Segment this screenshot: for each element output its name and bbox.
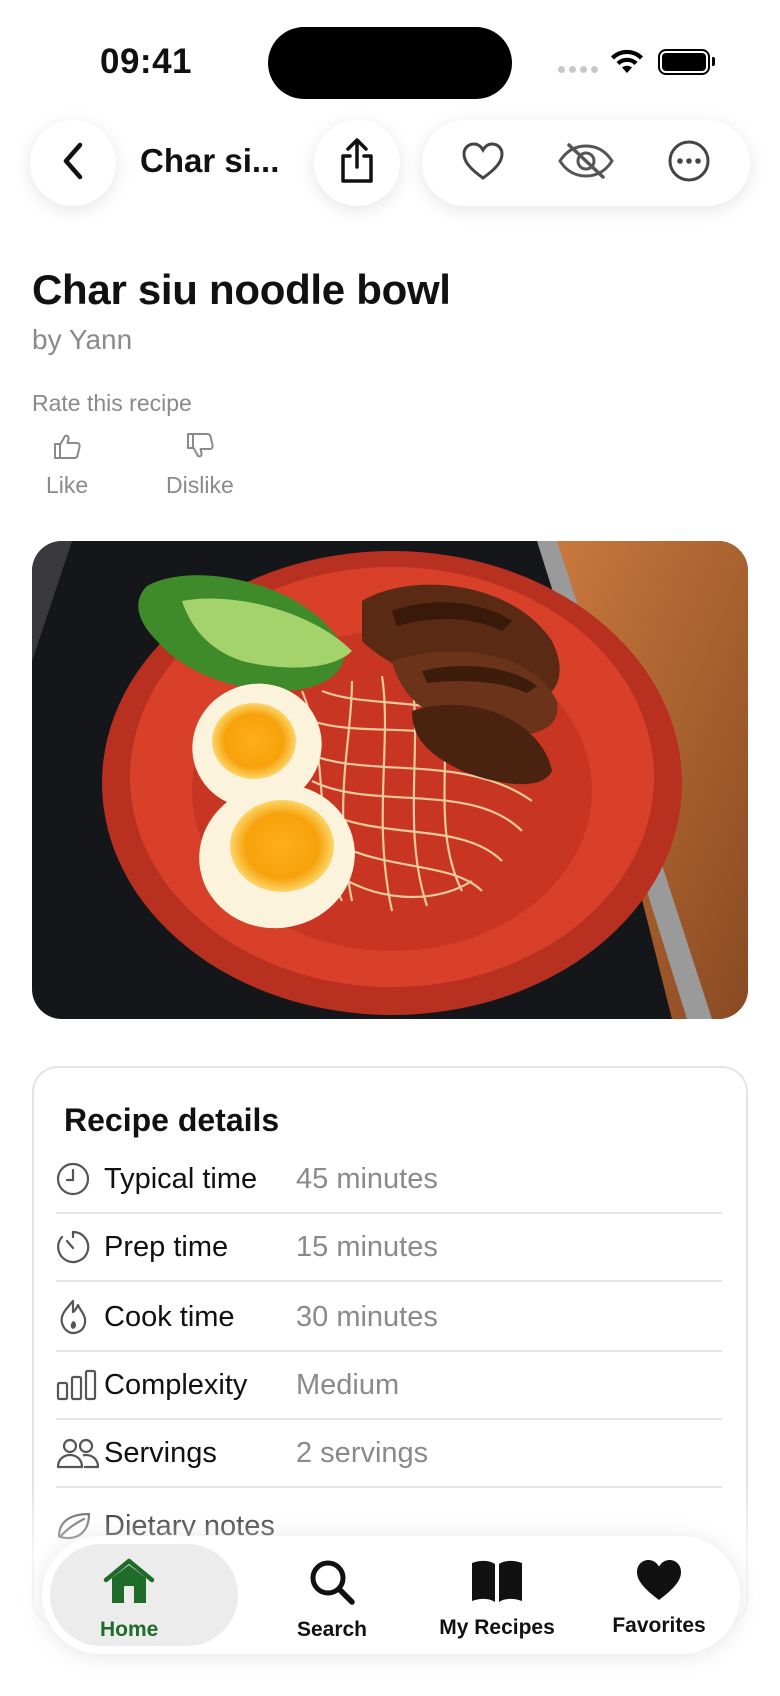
tab-search[interactable]: Search bbox=[272, 1558, 392, 1642]
thumbs-down-icon bbox=[185, 432, 215, 466]
tab-bar: Home Search My Recipes Favorites bbox=[42, 1536, 740, 1654]
book-icon bbox=[470, 1558, 524, 1610]
more-options-button[interactable] bbox=[649, 123, 729, 203]
detail-value: Medium bbox=[296, 1368, 400, 1401]
detail-label: Typical time bbox=[104, 1162, 258, 1195]
favorite-button[interactable] bbox=[443, 123, 523, 203]
home-icon bbox=[102, 1558, 156, 1612]
wifi-icon bbox=[608, 46, 646, 81]
detail-value: 15 minutes bbox=[296, 1230, 438, 1263]
thumbs-up-icon bbox=[52, 432, 82, 466]
eye-slash-icon bbox=[557, 141, 615, 186]
bars-icon bbox=[56, 1369, 104, 1401]
like-button[interactable]: Like bbox=[46, 432, 88, 499]
share-button[interactable] bbox=[314, 120, 400, 206]
heart-outline-icon bbox=[461, 141, 505, 186]
battery-icon bbox=[658, 49, 715, 75]
dynamic-island bbox=[268, 27, 512, 99]
detail-label: Servings bbox=[104, 1436, 217, 1469]
detail-row-typical-time: Typical time 45 minutes bbox=[56, 1146, 722, 1214]
detail-row-complexity: Complexity Medium bbox=[56, 1352, 722, 1420]
tab-label: Favorites bbox=[612, 1614, 706, 1637]
rate-recipe-label: Rate this recipe bbox=[32, 390, 192, 416]
detail-label: Cook time bbox=[104, 1300, 235, 1333]
status-time: 09:41 bbox=[100, 42, 193, 81]
tab-label: My Recipes bbox=[439, 1616, 555, 1639]
dislike-label: Dislike bbox=[166, 472, 234, 498]
tab-home[interactable]: Home bbox=[100, 1558, 158, 1642]
clock-icon bbox=[56, 1162, 104, 1196]
hide-button[interactable] bbox=[546, 123, 626, 203]
recipe-actions-group bbox=[422, 120, 750, 206]
status-bar: 09:41 bbox=[0, 0, 780, 120]
cellular-signal-icon bbox=[558, 66, 598, 73]
detail-label: Prep time bbox=[104, 1230, 229, 1263]
ellipsis-circle-icon bbox=[667, 139, 711, 188]
recipe-photo bbox=[32, 541, 748, 1019]
back-button[interactable] bbox=[30, 120, 116, 206]
tab-label: Home bbox=[100, 1618, 159, 1641]
tab-favorites[interactable]: Favorites bbox=[588, 1558, 730, 1638]
chevron-left-icon bbox=[58, 141, 88, 186]
details-title: Recipe details bbox=[64, 1102, 280, 1138]
tab-label: Search bbox=[296, 1618, 368, 1641]
heart-icon bbox=[635, 1558, 683, 1608]
dislike-button[interactable]: Dislike bbox=[166, 432, 234, 499]
detail-value: 2 servings bbox=[296, 1436, 429, 1469]
like-label: Like bbox=[46, 472, 89, 498]
detail-value: 45 minutes bbox=[296, 1162, 438, 1195]
nav-title: Char si... bbox=[140, 142, 280, 179]
detail-label: Complexity bbox=[104, 1368, 248, 1401]
detail-row-servings: Servings 2 servings bbox=[56, 1420, 722, 1488]
flame-icon bbox=[56, 1299, 104, 1335]
recipe-title: Char siu noodle bowl bbox=[32, 266, 451, 313]
share-icon bbox=[337, 137, 377, 190]
search-icon bbox=[308, 1558, 356, 1612]
timer-icon bbox=[56, 1230, 104, 1264]
detail-row-cook-time: Cook time 30 minutes bbox=[56, 1284, 722, 1352]
detail-value: 30 minutes bbox=[296, 1300, 438, 1333]
tab-my-recipes[interactable]: My Recipes bbox=[412, 1558, 582, 1640]
recipe-author[interactable]: by Yann bbox=[32, 324, 132, 356]
people-icon bbox=[56, 1437, 104, 1469]
detail-row-prep-time: Prep time 15 minutes bbox=[56, 1214, 722, 1282]
